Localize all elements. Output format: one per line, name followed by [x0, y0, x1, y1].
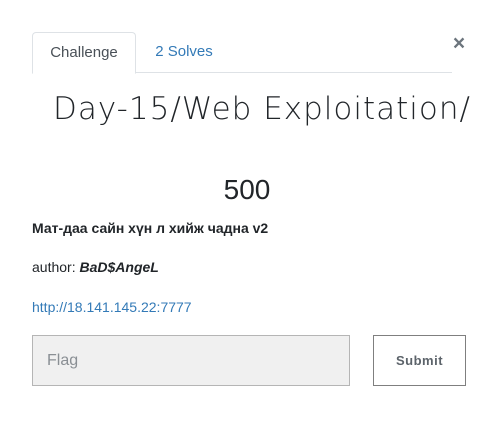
challenge-modal: Challenge 2 Solves × Day-15/Web Exploita… [0, 0, 495, 431]
challenge-value: 500 [223, 174, 271, 205]
challenge-description: Мат-даа сайн хүн л хийж чадна v2 [32, 220, 269, 236]
author-label: author: [32, 259, 76, 275]
challenge-tabs: Challenge 2 Solves [32, 32, 452, 74]
challenge-link[interactable]: http://18.141.145.22:7777 [32, 298, 192, 316]
author-name: BaD$AngeL [79, 259, 159, 275]
flag-input[interactable] [32, 335, 350, 386]
tab-challenge[interactable]: Challenge [32, 32, 136, 74]
close-icon[interactable]: × [449, 33, 469, 55]
tab-solves[interactable]: 2 Solves [136, 32, 232, 73]
submit-button[interactable]: Submit [373, 335, 466, 386]
challenge-title: Day-15/Web Exploitation/ [53, 91, 471, 127]
challenge-author: author: BaD$AngeL [32, 258, 462, 276]
